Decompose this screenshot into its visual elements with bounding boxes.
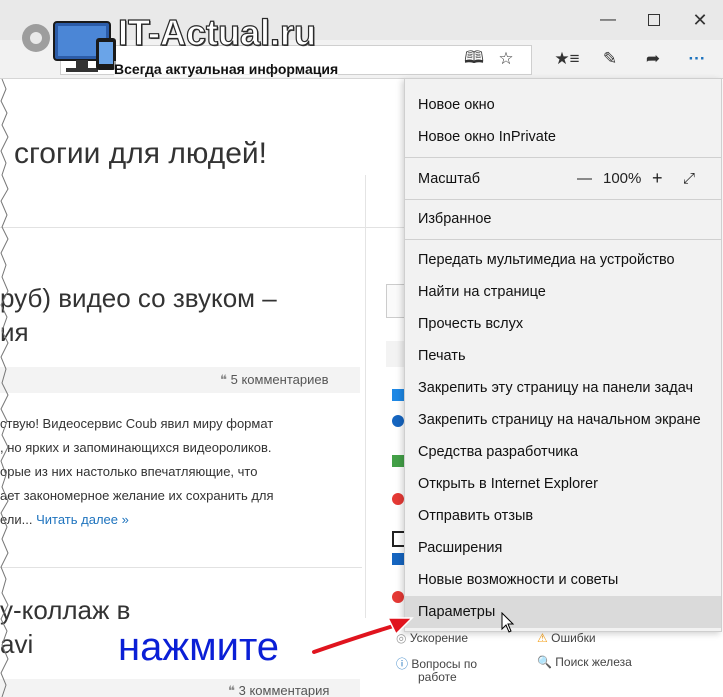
zoom-out-button[interactable]: — [577,170,592,187]
read-more-link[interactable]: Читать далее » [36,512,129,527]
post-title-line1[interactable]: руб) видео со звуком – [0,283,277,314]
post-text-line: , но ярких и запоминающихся видеороликов… [0,440,272,455]
minimize-icon: — [600,11,616,28]
menu-item-new-inprivate[interactable]: Новое окно InPrivate [405,121,721,153]
menu-item-zoom: Масштаб — 100% + ⤢ [418,168,696,189]
menu-separator [405,199,721,200]
menu-item-pin-start[interactable]: Закрепить страницу на начальном экране [405,404,721,436]
more-icon: ··· [688,49,706,68]
menu-separator [405,157,721,158]
comments-count[interactable]: ❝ 5 комментариев [220,372,328,388]
warning-icon: ⚠ [537,631,548,645]
favorites-hub-button[interactable]: ★≡ [547,40,587,78]
zoom-level: 100% [603,170,642,187]
menu-item-read-aloud[interactable]: Прочесть вслух [405,308,721,340]
more-actions-button[interactable]: ··· [677,40,717,78]
post-text-line: орые из них настолько впечатляющие, что [0,464,258,479]
web-note-icon: ✎ [602,49,618,68]
sidebar-link[interactable]: 🔍 Поиск железа [537,655,632,669]
sidebar-link-continued[interactable]: работе [418,670,457,684]
close-icon: ✕ [692,9,708,30]
post-text-line: ствую! Видеосервис Coub явил миру формат [0,416,274,431]
menu-item-pin-taskbar[interactable]: Закрепить эту страницу на панели задач [405,372,721,404]
magnifier-icon: 🔍 [537,655,552,669]
maximize-icon [648,14,660,26]
torn-edge-decoration [0,79,9,697]
minimize-button[interactable]: — [585,0,631,40]
logo-subtitle: Всегда актуальная информация [114,61,339,77]
gear-icon [22,24,50,52]
fullscreen-icon[interactable]: ⤢ [683,170,695,187]
menu-item-dev-tools[interactable]: Средства разработчика [405,436,721,468]
menu-item-cast-media[interactable]: Передать мультимедиа на устройство [405,244,721,276]
post2-title-line1[interactable]: у-коллаж в [0,595,130,626]
menu-item-find-on-page[interactable]: Найти на странице [405,276,721,308]
menu-item-open-ie[interactable]: Открыть в Internet Explorer [405,468,721,500]
logo-title: IT-Actual.ru [117,11,317,53]
share-icon: ➦ [645,49,661,68]
menu-separator [405,239,721,240]
menu-item-extensions[interactable]: Расширения [405,532,721,564]
settings-more-menu: Новое окно Новое окно InPrivate Масштаб … [404,78,722,632]
annotation-text: нажмите [118,625,280,669]
favorite-star-icon: ☆ [498,49,514,68]
divider [0,567,362,568]
web-note-button[interactable]: ✎ [590,40,630,78]
add-favorite-button[interactable]: ☆ [486,40,526,78]
menu-item-print[interactable]: Печать [405,340,721,372]
close-button[interactable]: ✕ [677,0,723,40]
favorites-hub-icon: ★≡ [554,49,580,68]
post-text-line: ает закономерное желание их сохранить дл… [0,488,274,503]
page-headline: сгогии для людей! [14,137,267,170]
comment-icon: ❝ [228,683,235,697]
annotation-arrow-icon [310,617,414,656]
post-text-line: ели... Читать далее » [0,512,129,527]
menu-item-new-window[interactable]: Новое окно [405,89,721,121]
comment-icon: ❝ [220,372,227,387]
menu-item-favorites[interactable]: Избранное [405,203,721,235]
comments-count[interactable]: ❝ 3 комментария [228,683,329,697]
sidebar-link[interactable]: ⚠ Ошибки [537,631,596,645]
share-button[interactable]: ➦ [633,40,673,78]
divider [0,227,404,228]
zoom-in-button[interactable]: + [652,168,663,189]
maximize-button[interactable] [631,0,677,40]
reading-view-icon: 🕮 [463,47,485,67]
menu-item-send-feedback[interactable]: Отправить отзыв [405,500,721,532]
